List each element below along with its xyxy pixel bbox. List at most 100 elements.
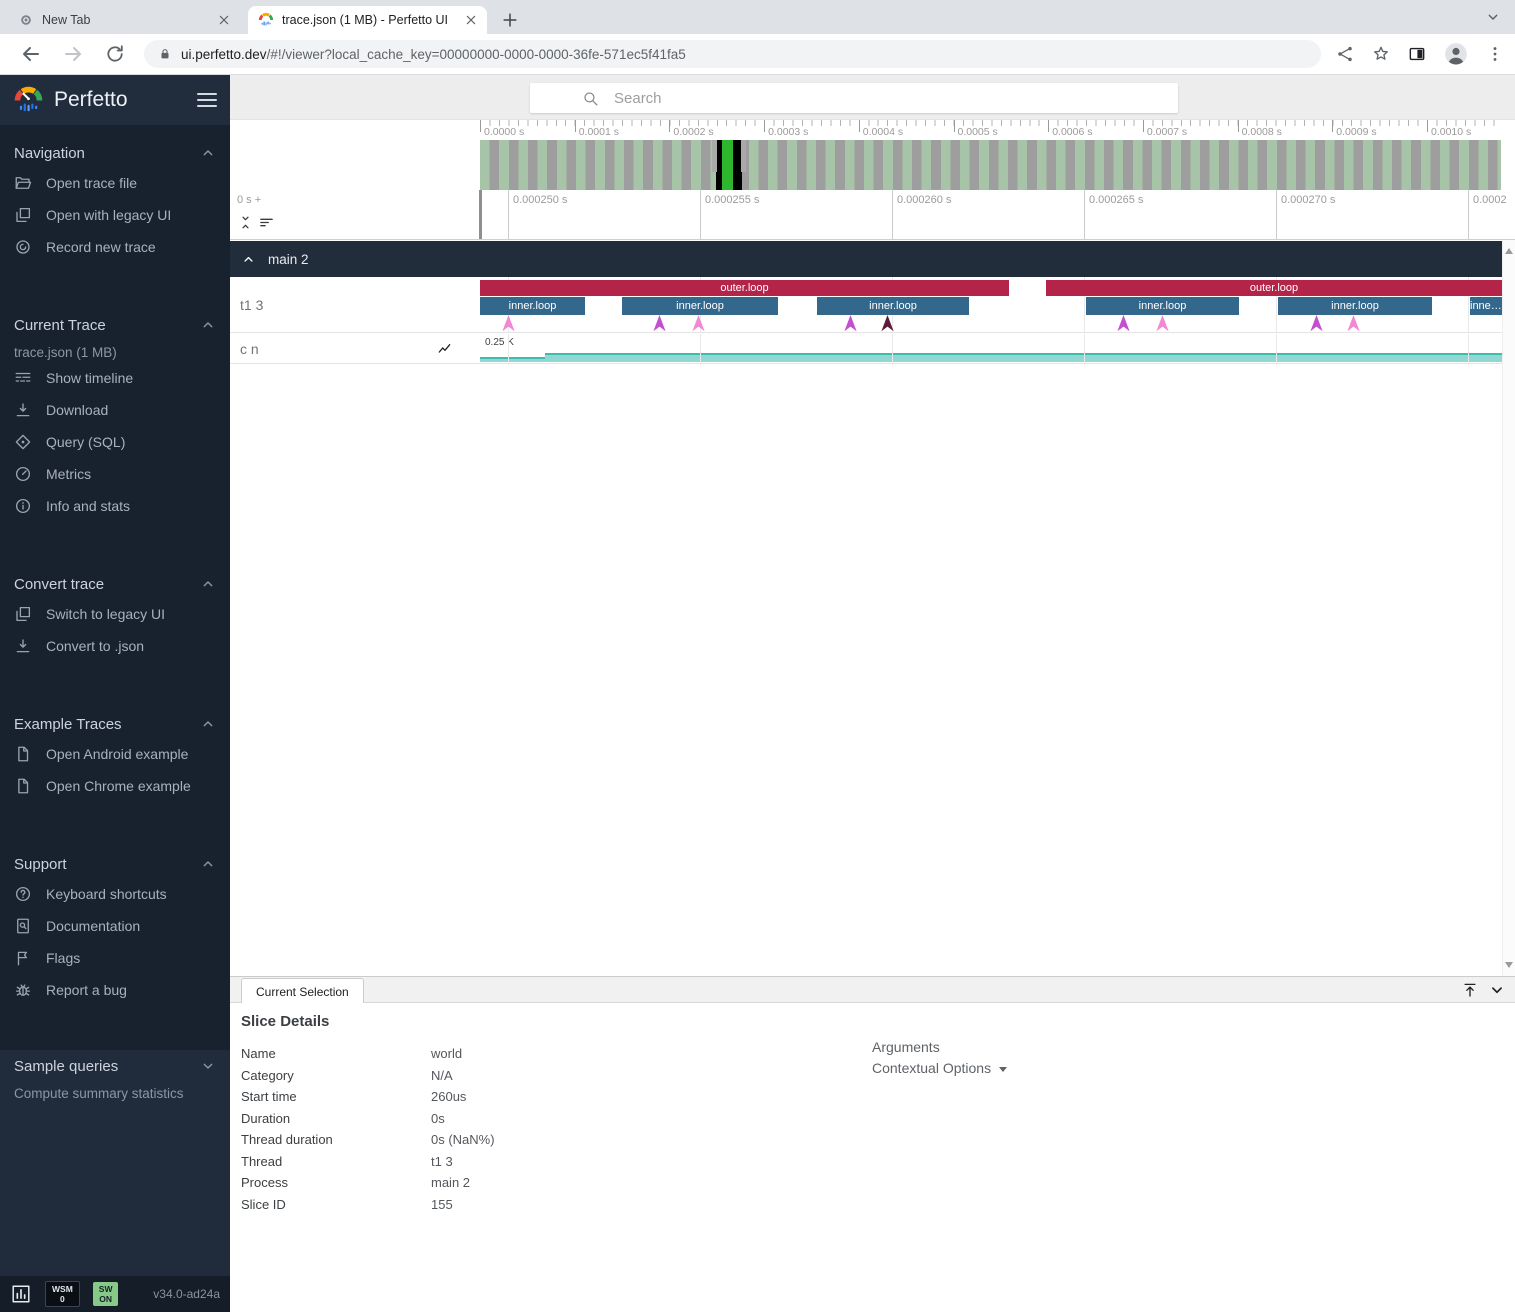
- counter-track-lane[interactable]: 0.25 K: [480, 334, 1502, 363]
- section-header-current-trace[interactable]: Current Trace: [0, 311, 230, 339]
- slice-inner-loop[interactable]: inner.loop: [622, 297, 778, 315]
- instant-marker[interactable]: [1156, 315, 1169, 332]
- browser-tab-perfetto[interactable]: trace.json (1 MB) - Perfetto UI: [248, 6, 487, 34]
- sidebar-item-open-with-legacy-ui[interactable]: Open with legacy UI: [0, 199, 230, 231]
- new-tab-button[interactable]: [500, 10, 520, 30]
- chevron-up-icon[interactable]: [200, 856, 216, 872]
- sidebar-item-query-sql[interactable]: Query (SQL): [0, 426, 230, 458]
- section-header-support[interactable]: Support: [0, 850, 230, 878]
- scroll-down-icon[interactable]: [1505, 962, 1513, 968]
- tab-current-selection[interactable]: Current Selection: [241, 978, 364, 1004]
- time-axis-origin-tick: [479, 190, 482, 239]
- thread-track-lane[interactable]: outer.loopouter.loopinner.loopinner.loop…: [480, 277, 1502, 332]
- contextual-options-dropdown[interactable]: Contextual Options: [872, 1060, 1007, 1076]
- close-tab-icon[interactable]: [463, 12, 479, 28]
- instant-marker[interactable]: [844, 315, 857, 332]
- sidebar-item-open-android-example[interactable]: Open Android example: [0, 738, 230, 770]
- browser-tab-new-tab[interactable]: New Tab: [8, 6, 240, 34]
- chart-stats-icon[interactable]: [10, 1283, 32, 1305]
- section-title: Sample queries: [14, 1058, 118, 1075]
- counter-area-segment: [545, 353, 1502, 362]
- gridline: [1084, 334, 1085, 363]
- sidebar-item-flags[interactable]: Flags: [0, 942, 230, 974]
- section-header-example-traces[interactable]: Example Traces: [0, 710, 230, 738]
- bookmark-star-icon[interactable]: [1371, 44, 1391, 64]
- process-group-header[interactable]: main 2: [230, 241, 1502, 277]
- chevron-down-icon[interactable]: [200, 1058, 216, 1074]
- sidebar-item-keyboard-shortcuts[interactable]: Keyboard shortcuts: [0, 878, 230, 910]
- chevron-down-icon[interactable]: [1488, 981, 1506, 999]
- sidebar-item-label: Flags: [46, 950, 80, 966]
- ruler-label: 0.0003 s: [768, 126, 808, 138]
- viewport-indicator[interactable]: [716, 140, 742, 190]
- scroll-up-icon[interactable]: [1505, 248, 1513, 254]
- tab-strip-chevron-icon[interactable]: [1485, 9, 1501, 25]
- chevron-up-icon[interactable]: [200, 145, 216, 161]
- slice-inner-loop[interactable]: inner.loop: [1470, 297, 1502, 315]
- instant-marker[interactable]: [881, 315, 894, 332]
- sidebar-item-convert-to-json[interactable]: Convert to .json: [0, 630, 230, 662]
- detail-label-category: Category: [241, 1065, 431, 1087]
- instant-marker[interactable]: [1117, 315, 1130, 332]
- time-axis-label: 0.0002: [1473, 194, 1507, 206]
- expand-panel-icon[interactable]: [1461, 981, 1479, 999]
- sidebar-item-show-timeline[interactable]: Show timeline: [0, 362, 230, 394]
- instant-marker[interactable]: [1310, 315, 1323, 332]
- ruler-tick: [1048, 120, 1049, 132]
- sidebar-item-record-new-trace[interactable]: Record new trace: [0, 231, 230, 263]
- counter-track[interactable]: c n 0.25 K: [230, 334, 1502, 364]
- lock-icon[interactable]: [158, 47, 172, 61]
- sidebar-item-open-trace-file[interactable]: Open trace file: [0, 167, 230, 199]
- thread-track[interactable]: t1 3 outer.loopouter.loopinner.loopinner…: [230, 277, 1502, 333]
- ruler-tick: [669, 120, 670, 132]
- address-bar[interactable]: ui.perfetto.dev/#!/viewer?local_cache_ke…: [144, 40, 1321, 68]
- search-input[interactable]: Search: [530, 83, 1178, 113]
- sidebar-item-info-and-stats[interactable]: Info and stats: [0, 490, 230, 522]
- collapse-tracks-icon[interactable]: [237, 214, 254, 231]
- instant-marker[interactable]: [1347, 315, 1360, 332]
- sidebar-item-label: Info and stats: [46, 498, 130, 514]
- slice-inner-loop[interactable]: inner.loop: [480, 297, 585, 315]
- ruler-tick: [764, 120, 765, 132]
- slice-inner-loop[interactable]: inner.loop: [817, 297, 969, 315]
- slice-outer-loop[interactable]: outer.loop: [480, 280, 1009, 296]
- close-tab-icon[interactable]: [216, 12, 232, 28]
- instant-marker[interactable]: [502, 315, 515, 332]
- kebab-menu-icon[interactable]: [1485, 44, 1505, 64]
- sidebar-item-documentation[interactable]: Documentation: [0, 910, 230, 942]
- back-icon[interactable]: [19, 42, 43, 66]
- chevron-up-icon[interactable]: [200, 576, 216, 592]
- sidebar-item-compute-summary-statistics[interactable]: Compute summary statistics: [0, 1080, 230, 1106]
- timeline-minimap[interactable]: [480, 140, 1501, 190]
- share-icon[interactable]: [1335, 44, 1355, 64]
- slice-inner-loop[interactable]: inner.loop: [1086, 297, 1239, 315]
- hamburger-menu-icon[interactable]: [197, 93, 217, 107]
- perfetto-logo-icon: [13, 85, 44, 116]
- sidebar-item-report-a-bug[interactable]: Report a bug: [0, 974, 230, 1006]
- track-scrollbar[interactable]: [1502, 240, 1515, 976]
- slice-inner-loop[interactable]: inner.loop: [1278, 297, 1432, 315]
- reload-icon[interactable]: [103, 42, 127, 66]
- viewport-handle-right[interactable]: [741, 140, 746, 172]
- avatar[interactable]: [1443, 41, 1469, 67]
- chevron-up-icon[interactable]: [241, 252, 256, 267]
- forward-icon[interactable]: [61, 42, 85, 66]
- viewport-handle-left[interactable]: [712, 140, 717, 172]
- instant-marker[interactable]: [653, 315, 666, 332]
- section-title: Convert trace: [14, 576, 104, 593]
- sidebar-item-metrics[interactable]: Metrics: [0, 458, 230, 490]
- chevron-up-icon[interactable]: [200, 716, 216, 732]
- section-header-convert-trace[interactable]: Convert trace: [0, 570, 230, 598]
- sidebar-item-open-chrome-example[interactable]: Open Chrome example: [0, 770, 230, 802]
- slice-outer-loop[interactable]: outer.loop: [1046, 280, 1502, 296]
- folder-open-icon: [14, 174, 32, 192]
- sidebar-item-switch-to-legacy-ui[interactable]: Switch to legacy UI: [0, 598, 230, 630]
- sort-tracks-icon[interactable]: [258, 214, 275, 231]
- side-panel-icon[interactable]: [1407, 44, 1427, 64]
- tab-title: trace.json (1 MB) - Perfetto UI: [282, 13, 463, 27]
- sidebar-item-download[interactable]: Download: [0, 394, 230, 426]
- instant-marker[interactable]: [692, 315, 705, 332]
- section-header-navigation[interactable]: Navigation: [0, 139, 230, 167]
- chevron-up-icon[interactable]: [200, 317, 216, 333]
- section-header-sample-queries[interactable]: Sample queries: [0, 1052, 230, 1080]
